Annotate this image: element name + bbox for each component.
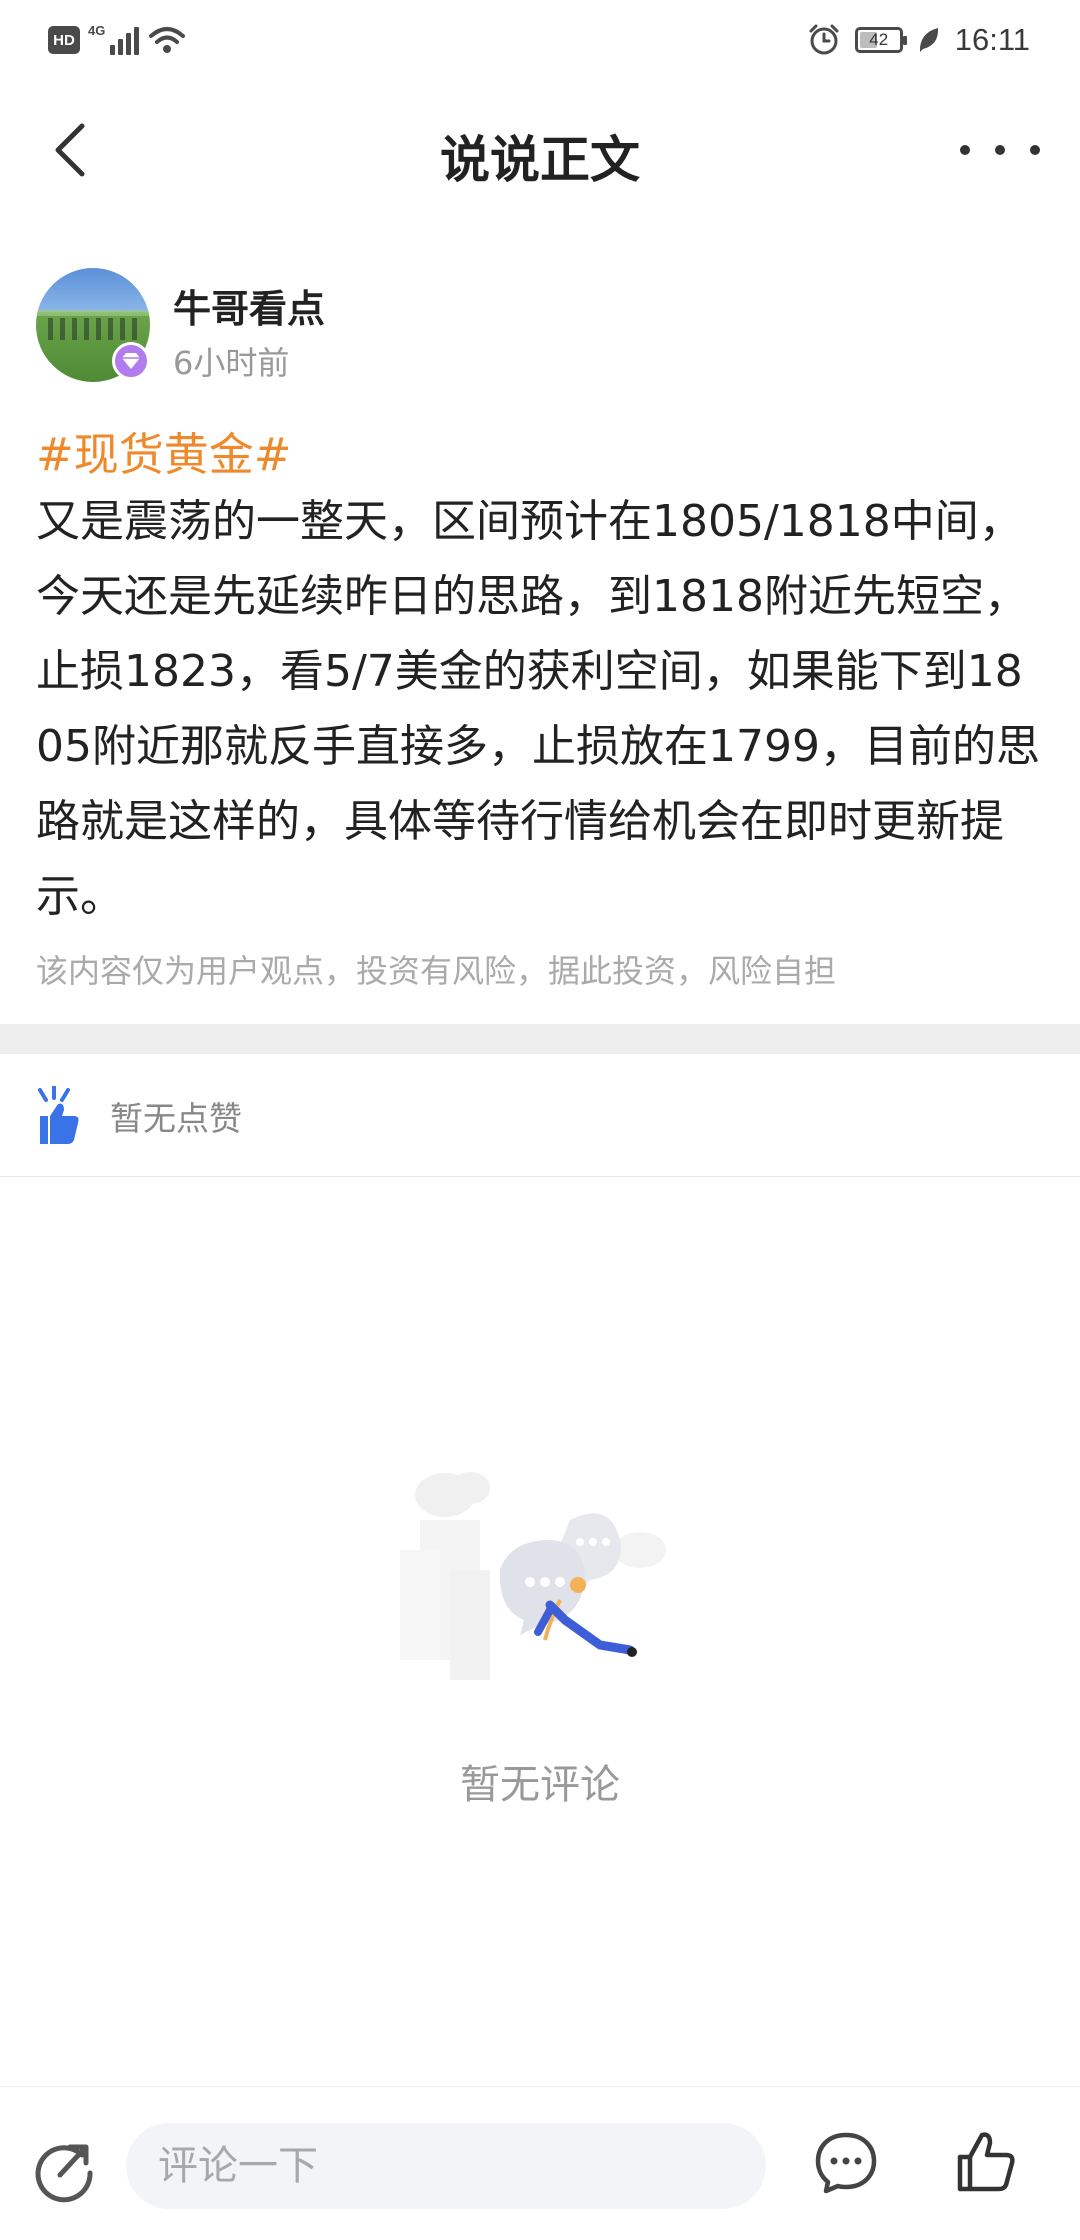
thumbs-up-icon: [38, 1086, 79, 1144]
hashtag-link[interactable]: #现货黄金#: [36, 418, 291, 483]
leaf-icon: [919, 28, 938, 52]
cell-signal-icon: 4G: [88, 23, 139, 55]
author-header[interactable]: 牛哥看点 6小时前: [36, 268, 1036, 388]
network-type-label: 4G: [88, 23, 106, 38]
more-dot-icon: [1030, 145, 1040, 155]
vip-diamond-icon: [112, 342, 150, 380]
empty-comments-illustration: [400, 1472, 666, 1680]
status-right: 42 16:11: [807, 18, 1030, 62]
likes-row: 暂无点赞: [0, 1054, 1080, 1177]
like-button-icon[interactable]: [956, 2129, 1016, 2193]
hd-badge: HD: [48, 26, 80, 54]
share-icon[interactable]: [30, 2135, 100, 2205]
post-content: 又是震荡的一整天，区间预计在1805/1818中间，今天还是先延续昨日的思路，到…: [36, 496, 1040, 922]
more-options-button[interactable]: [960, 128, 1040, 172]
battery-level: 42: [869, 30, 889, 49]
page-title: 说说正文: [440, 131, 640, 189]
wifi-icon: [149, 27, 185, 53]
battery-icon: 42: [854, 27, 907, 53]
risk-disclaimer: 该内容仅为用户观点，投资有风险，据此投资，风险自担: [36, 952, 837, 990]
status-left: HD 4G: [48, 22, 187, 58]
post-time: 6小时前: [173, 344, 290, 382]
nav-bar: 说说正文: [0, 80, 1080, 220]
comment-input[interactable]: [126, 2123, 766, 2209]
comments-empty-text: 暂无评论: [460, 1762, 620, 1808]
bottom-action-bar: [0, 2086, 1080, 2240]
author-name[interactable]: 牛哥看点: [173, 278, 325, 333]
status-bar: HD 4G 42 16:11: [0, 0, 1080, 80]
post-detail-page: HD 4G 42 16:11 说说正文 牛哥看点 6小时前 #现货黄金# 又是震…: [0, 0, 1080, 2240]
section-divider: [0, 1024, 1080, 1054]
more-dot-icon: [960, 145, 970, 155]
more-dot-icon: [995, 145, 1005, 155]
alarm-icon: [809, 24, 839, 55]
likes-empty-text: 暂无点赞: [110, 1099, 242, 1138]
comment-icon[interactable]: [814, 2131, 878, 2195]
clock: 16:11: [954, 22, 1030, 57]
